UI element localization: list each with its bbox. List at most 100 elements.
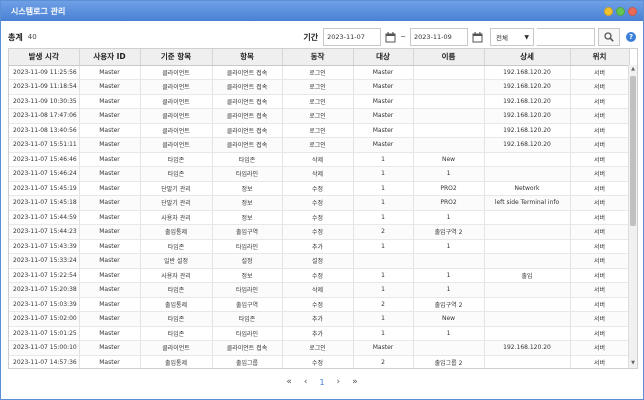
table-cell: New <box>413 311 485 327</box>
table-cell: 사용자 관리 <box>140 268 213 283</box>
table-cell: 2023-11-07 15:22:54 <box>9 268 80 283</box>
table-cell: 2023-11-07 15:00:10 <box>9 340 80 356</box>
column-header[interactable]: 사용자 ID <box>79 49 141 66</box>
table-cell: 서버 <box>570 239 630 254</box>
table-cell: 2023-11-09 11:25:56 <box>9 65 80 80</box>
table-cell: 삭제 <box>282 166 354 182</box>
table-cell: 1 <box>353 239 414 254</box>
table-row[interactable]: 2023-11-07 15:03:39 Master 출입통제 출입구역 수정 2 출입구역… <box>9 297 630 312</box>
page-number-current[interactable]: 1 <box>319 378 324 387</box>
table-cell: 서버 <box>570 355 630 368</box>
help-icon[interactable]: ? <box>626 32 636 42</box>
table-cell: 타임존 <box>140 326 213 341</box>
first-page-button[interactable]: « <box>286 377 292 387</box>
table-row[interactable]: 2023-11-07 15:45:18 Master 단말기 관리 정보 수정 1 PRO2… <box>9 195 630 211</box>
table-cell: 클라이언트 <box>140 137 213 153</box>
table-cell: Master <box>353 340 414 356</box>
scroll-up-icon[interactable]: ▲ <box>629 65 637 74</box>
table-cell: 2 <box>353 224 414 240</box>
table-cell <box>484 326 571 341</box>
calendar-icon[interactable] <box>384 31 396 43</box>
table-row[interactable]: 2023-11-07 15:22:54 Master 사용자 관리 정보 수정 1 1 출입 서… <box>9 268 630 283</box>
table-row[interactable]: 2023-11-07 15:02:00 Master 타임존 타임존 추가 1 New 서버 <box>9 311 630 327</box>
table-cell: 1 <box>353 326 414 341</box>
table-cell: 2023-11-09 10:30:35 <box>9 94 80 109</box>
table-cell: 수정 <box>282 210 354 225</box>
table-cell <box>484 297 571 312</box>
table-cell: Master <box>353 65 414 80</box>
column-header[interactable]: 발생 시각 <box>9 49 80 66</box>
table-cell <box>413 108 485 124</box>
search-input[interactable] <box>537 28 595 46</box>
scroll-thumb[interactable] <box>630 76 636 226</box>
vertical-scrollbar[interactable]: ▲ ▼ <box>628 65 637 368</box>
table-row[interactable]: 2023-11-07 15:01:25 Master 타임존 타임라인 추가 1 1 서버 <box>9 326 630 341</box>
column-header[interactable]: 대상 <box>353 49 414 66</box>
table-cell: 클라이언트 접속 <box>212 65 283 80</box>
title-bar: 시스템로그 관리 <box>1 1 643 21</box>
table-row[interactable]: 2023-11-07 15:20:38 Master 타임존 타임라인 삭제 1 1 서버 <box>9 282 630 298</box>
column-header[interactable]: 위치 <box>570 49 630 66</box>
maximize-button[interactable] <box>616 6 625 16</box>
table-row[interactable]: 2023-11-07 15:45:19 Master 단말기 관리 정보 수정 1 PRO2… <box>9 181 630 196</box>
table-cell: 일반 설정 <box>140 253 213 269</box>
table-cell <box>413 137 485 153</box>
table-cell: 출입구역 <box>212 224 283 240</box>
table-row[interactable]: 2023-11-07 15:46:24 Master 타임존 타임라인 삭제 1 1 서버 <box>9 166 630 182</box>
table-row[interactable]: 2023-11-09 11:25:56 Master 클라이언트 클라이언트 접속 로그… <box>9 65 630 80</box>
calendar-icon[interactable] <box>471 31 483 43</box>
minimize-button[interactable] <box>604 6 613 16</box>
table-cell: 192.168.120.20 <box>484 65 571 80</box>
table-cell: 수정 <box>282 297 354 312</box>
table-cell: 2023-11-07 15:44:59 <box>9 210 80 225</box>
table-row[interactable]: 2023-11-07 15:00:10 Master 클라이언트 클라이언트 접속 로그… <box>9 340 630 356</box>
table-cell: 2023-11-09 11:18:54 <box>9 79 80 95</box>
total-label: 총계 <box>8 32 23 42</box>
search-button[interactable] <box>598 28 620 46</box>
next-page-button[interactable]: › <box>337 377 341 387</box>
table-row[interactable]: 2023-11-08 17:47:06 Master 클라이언트 클라이언트 접속 로그… <box>9 108 630 124</box>
table-row[interactable]: 2023-11-09 10:30:35 Master 클라이언트 클라이언트 접속 로그… <box>9 94 630 109</box>
table-cell: 정보 <box>212 195 283 211</box>
filter-select[interactable]: 전체 ▼ <box>490 28 534 46</box>
table-cell <box>484 152 571 167</box>
table-cell: 클라이언트 접속 <box>212 340 283 356</box>
table-cell: 로그인 <box>282 79 354 95</box>
scroll-down-icon[interactable]: ▼ <box>629 359 637 368</box>
table-cell: 클라이언트 <box>140 94 213 109</box>
table-row[interactable]: 2023-11-07 15:46:46 Master 타임존 타임존 삭제 1 New 서버 <box>9 152 630 167</box>
table-row[interactable]: 2023-11-08 13:40:56 Master 클라이언트 클라이언트 접속 로그… <box>9 123 630 138</box>
column-header[interactable]: 항목 <box>212 49 283 66</box>
column-header[interactable]: 동작 <box>282 49 354 66</box>
table-cell: Master <box>79 355 141 368</box>
table-cell: 서버 <box>570 340 630 356</box>
prev-page-button[interactable]: ‹ <box>304 377 308 387</box>
table-cell: 2023-11-07 15:46:24 <box>9 166 80 182</box>
close-button[interactable] <box>628 6 637 16</box>
table-cell: 서버 <box>570 65 630 80</box>
date-from-input[interactable]: 2023-11-07 <box>323 28 382 46</box>
table-cell: 서버 <box>570 311 630 327</box>
table-cell: 수정 <box>282 224 354 240</box>
table-row[interactable]: 2023-11-07 15:43:39 Master 타임존 타임라인 추가 1 1 서버 <box>9 239 630 254</box>
table-row[interactable]: 2023-11-07 15:33:24 Master 일반 설정 설정 설정 서버 <box>9 253 630 269</box>
date-to-input[interactable]: 2023-11-09 <box>410 28 468 46</box>
table-row[interactable]: 2023-11-07 14:57:36 Master 출입통제 출입그룹 수정 2 출입그룹… <box>9 355 630 368</box>
table-cell: 로그인 <box>282 137 354 153</box>
table-cell: 타임존 <box>212 311 283 327</box>
table-row[interactable]: 2023-11-07 15:44:59 Master 사용자 관리 정보 수정 1 1 서버 <box>9 210 630 225</box>
table-row[interactable]: 2023-11-07 15:44:23 Master 출입통제 출입구역 수정 2 출입구역… <box>9 224 630 240</box>
search-icon <box>604 32 614 42</box>
table-row[interactable]: 2023-11-07 15:51:11 Master 클라이언트 클라이언트 접속 로그… <box>9 137 630 153</box>
column-header[interactable]: 기준 항목 <box>140 49 213 66</box>
table-cell: Master <box>353 79 414 95</box>
table-cell: 로그인 <box>282 123 354 138</box>
column-header[interactable]: 이름 <box>413 49 485 66</box>
table-cell: 출입통제 <box>140 224 213 240</box>
table-cell: 클라이언트 <box>140 79 213 95</box>
filter-tools: 기간 2023-11-07 ~ 2023-11-09 전체 ▼ ? <box>303 28 636 46</box>
table-cell: 2023-11-07 15:01:25 <box>9 326 80 341</box>
table-row[interactable]: 2023-11-09 11:18:54 Master 클라이언트 클라이언트 접속 로그… <box>9 79 630 95</box>
last-page-button[interactable]: » <box>352 377 358 387</box>
column-header[interactable]: 상세 <box>484 49 571 66</box>
